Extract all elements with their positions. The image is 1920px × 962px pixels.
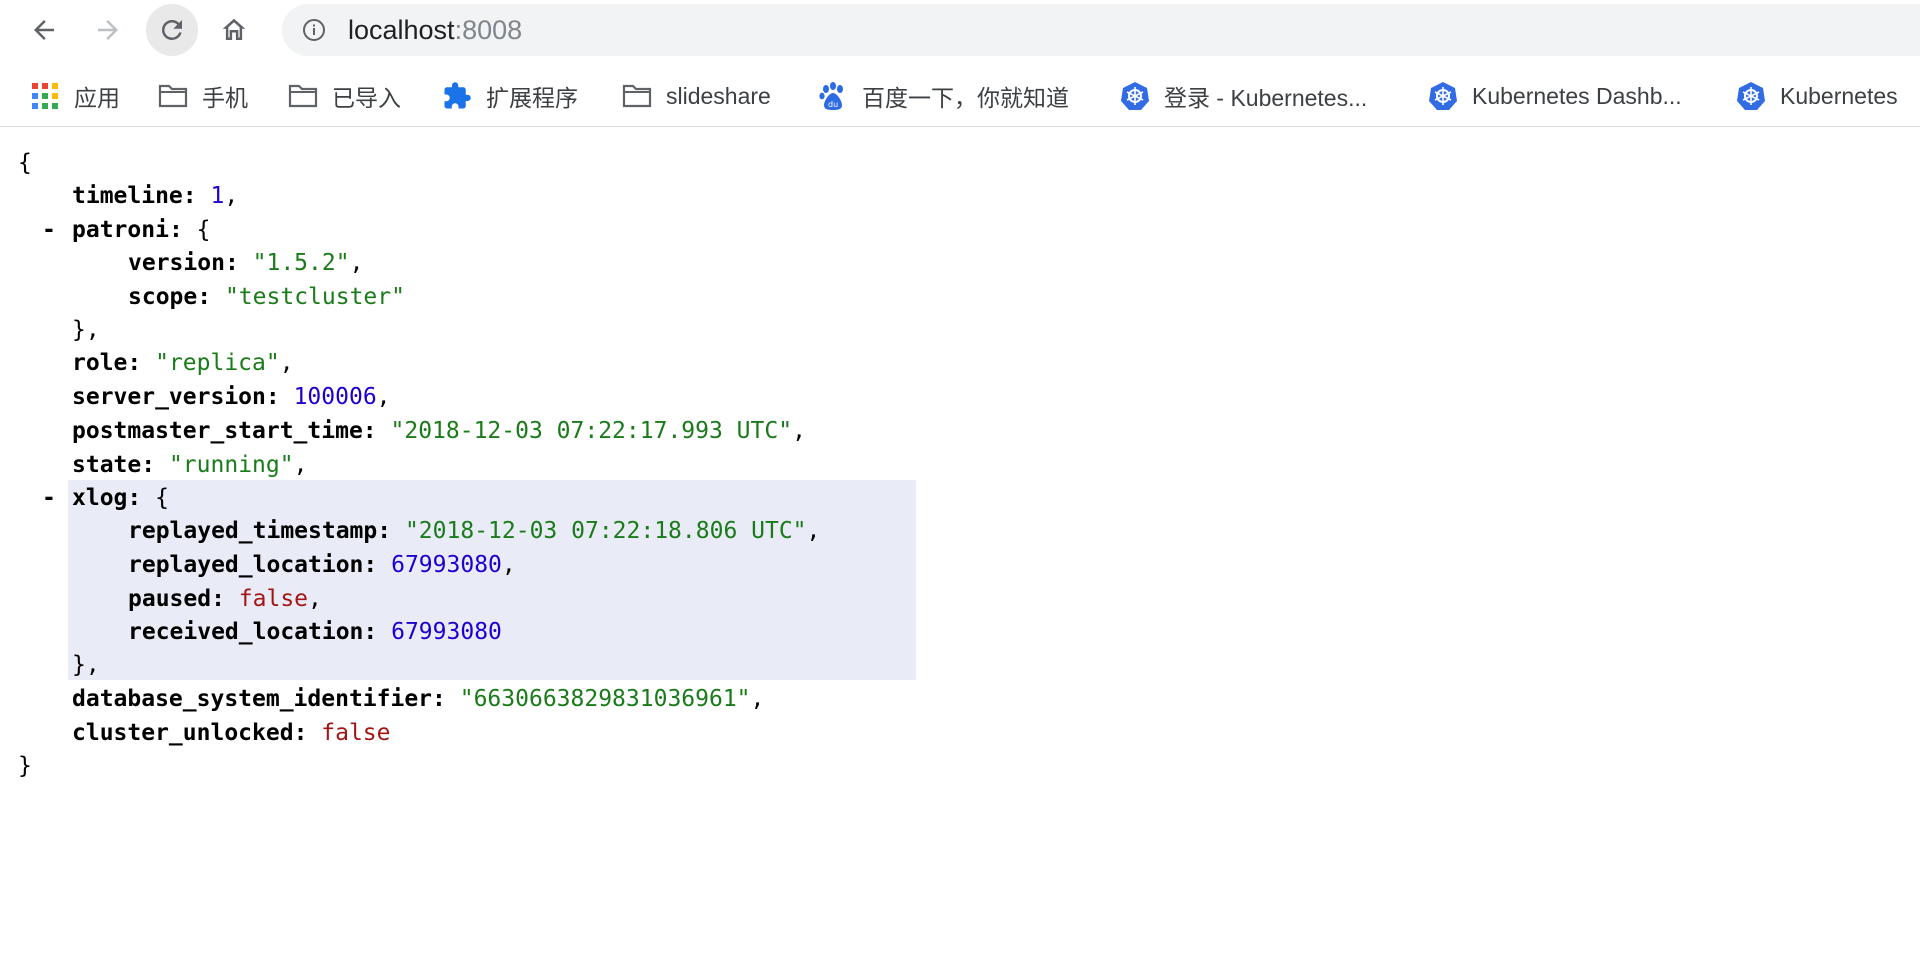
json-row-patroni-scope: scope: "testcluster" [128, 284, 405, 310]
bookmark-label: slideshare [666, 82, 771, 109]
bookmark-baidu[interactable]: du 百度一下，你就知道 [818, 76, 1069, 116]
json-row-xlog-received-location: received_location: 67993080 [128, 619, 502, 645]
json-row-role: role: "replica", [72, 350, 294, 376]
address-bar[interactable]: localhost:8008 [282, 4, 1920, 56]
json-row-postmaster-start-time: postmaster_start_time: "2018-12-03 07:22… [72, 418, 806, 444]
json-open-brace: { [18, 150, 32, 176]
bookmark-folder-imported[interactable]: 已导入 [288, 76, 401, 116]
info-icon[interactable] [302, 18, 326, 42]
bookmark-label: 已导入 [332, 85, 401, 111]
bookmark-label: 登录 - Kubernetes... [1164, 85, 1368, 111]
patroni-collapse-toggle[interactable]: - [42, 213, 56, 247]
reload-icon [161, 19, 182, 40]
json-row-cluster-unlocked: cluster_unlocked: false [72, 720, 391, 746]
svg-text:du: du [828, 100, 838, 109]
folder-icon [158, 81, 188, 111]
bookmark-label: 手机 [202, 85, 248, 111]
json-row-xlog-close: }, [72, 652, 100, 678]
reload-button[interactable] [146, 4, 198, 56]
arrow-right-icon [98, 20, 118, 40]
baidu-paw-icon: du [818, 81, 848, 111]
bookmark-label: Kubernetes Dashb... [1472, 82, 1682, 109]
folder-icon [288, 81, 318, 111]
apps-grid-icon [30, 81, 60, 111]
xlog-collapse-toggle[interactable]: - [42, 481, 56, 515]
bookmark-folder-phone[interactable]: 手机 [158, 76, 248, 116]
kubernetes-icon [1736, 81, 1766, 111]
bookmark-folder-slideshare[interactable]: slideshare [622, 76, 771, 116]
json-row-server-version: server_version: 100006, [72, 384, 391, 410]
json-row-patroni-version: version: "1.5.2", [128, 250, 364, 276]
kubernetes-icon [1428, 81, 1458, 111]
browser-toolbar: localhost:8008 [0, 0, 1920, 62]
json-row-xlog-paused: paused: false, [128, 586, 322, 612]
bookmark-kubernetes-dashboard[interactable]: Kubernetes Dashb... [1428, 76, 1682, 116]
forward-button[interactable] [84, 6, 132, 54]
url-text[interactable]: localhost:8008 [348, 16, 522, 44]
bookmark-label: 百度一下，你就知道 [862, 85, 1069, 111]
puzzle-extension-icon [442, 81, 472, 111]
json-row-xlog: xlog: { [72, 485, 169, 511]
json-row-database-system-identifier: database_system_identifier: "66306638298… [72, 686, 765, 712]
url-host: localhost [348, 15, 455, 45]
json-row-xlog-replayed-location: replayed_location: 67993080, [128, 552, 516, 578]
bookmark-kubernetes-login[interactable]: 登录 - Kubernetes... [1120, 76, 1367, 116]
bookmark-apps[interactable]: 应用 [30, 76, 120, 116]
home-icon [222, 18, 246, 40]
bookmarks-bar: 应用 手机 已导入 扩展程序 slideshare du 百度一下，你就知道 登… [0, 70, 1920, 127]
bookmark-label: 扩展程序 [486, 85, 578, 111]
json-row-patroni-close: }, [72, 317, 100, 343]
json-row-xlog-replayed-timestamp: replayed_timestamp: "2018-12-03 07:22:18… [128, 518, 821, 544]
json-close-brace: } [18, 753, 32, 779]
bookmark-extensions[interactable]: 扩展程序 [442, 76, 578, 116]
arrow-left-icon [34, 20, 54, 40]
json-row-state: state: "running", [72, 452, 308, 478]
kubernetes-icon [1120, 81, 1150, 111]
url-port: :8008 [454, 15, 523, 45]
json-row-timeline: timeline: 1, [72, 183, 239, 209]
bookmark-label: 应用 [74, 85, 120, 111]
back-button[interactable] [20, 6, 68, 54]
bookmark-kubernetes[interactable]: Kubernetes [1736, 76, 1898, 116]
folder-icon [622, 81, 652, 111]
bookmark-label: Kubernetes [1780, 82, 1898, 109]
json-row-patroni: patroni: { [72, 217, 211, 243]
home-button[interactable] [210, 6, 258, 54]
